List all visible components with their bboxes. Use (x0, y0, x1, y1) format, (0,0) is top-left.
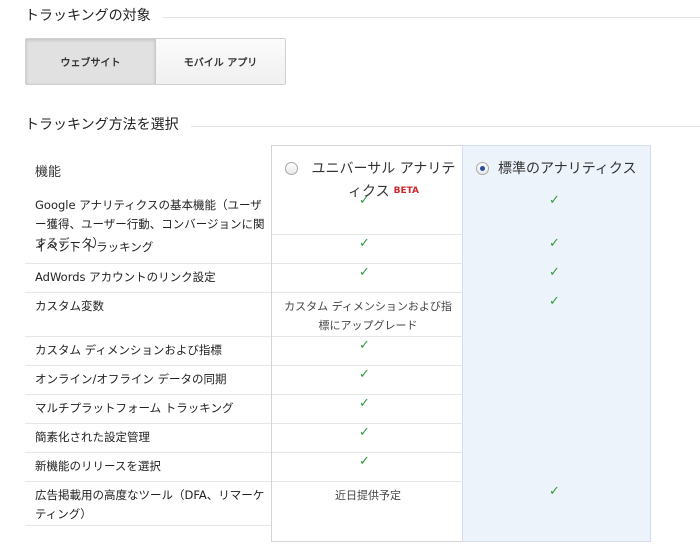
check-icon: ✓ (549, 236, 560, 251)
coming-soon-note: 近日提供予定 (335, 489, 401, 502)
radio-universal-analytics[interactable] (285, 162, 298, 175)
section-title-tracking-target: トラッキングの対象 (25, 5, 163, 25)
check-icon: ✓ (549, 484, 560, 499)
feature-event-tracking: イベント トラッキング (35, 240, 154, 254)
check-icon: ✓ (549, 265, 560, 280)
row-divider (272, 423, 462, 424)
option-standard-analytics[interactable]: 標準のアナリティクス (476, 158, 636, 180)
check-icon: ✓ (359, 236, 370, 251)
check-icon: ✓ (359, 338, 370, 353)
radio-standard-analytics[interactable] (476, 162, 489, 175)
feature-custom-variables: カスタム変数 (35, 299, 104, 313)
feature-multiplatform: マルチプラットフォーム トラッキング (35, 401, 234, 415)
row-divider (272, 394, 462, 395)
feature-data-sync: オンライン/オフライン データの同期 (35, 372, 227, 386)
check-icon: ✓ (359, 367, 370, 382)
check-icon: ✓ (359, 396, 370, 411)
check-icon: ✓ (549, 294, 560, 309)
check-icon: ✓ (359, 454, 370, 469)
check-icon: ✓ (359, 193, 370, 208)
row-divider (272, 292, 462, 293)
option-universal-label: ユニバーサル アナリティクス (311, 161, 456, 200)
row-divider (25, 452, 271, 453)
upgrade-note: カスタム ディメンションおよび指標にアップグレード (284, 300, 452, 332)
row-divider (272, 452, 462, 453)
row-divider (25, 263, 271, 264)
row-divider (272, 263, 462, 264)
tab-website[interactable]: ウェブサイト (26, 39, 156, 84)
feature-new-releases: 新機能のリリースを選択 (35, 459, 161, 473)
tab-mobile-app[interactable]: モバイル アプリ (156, 39, 285, 84)
section-title-tracking-method: トラッキング方法を選択 (25, 114, 191, 134)
check-icon: ✓ (549, 193, 560, 208)
row-divider (25, 336, 271, 337)
row-divider (25, 423, 271, 424)
row-divider (25, 525, 271, 526)
row-divider (25, 481, 271, 482)
feature-custom-dimensions: カスタム ディメンションおよび指標 (35, 343, 222, 357)
row-divider (272, 234, 462, 235)
feature-simplified-settings: 簡素化された設定管理 (35, 430, 150, 444)
tracking-target-toggle: ウェブサイト モバイル アプリ (25, 38, 286, 85)
option-universal-analytics[interactable]: ユニバーサル アナリティクス BETA (285, 158, 460, 203)
option-standard-label: 標準のアナリティクス (498, 161, 637, 177)
feature-adwords-link: AdWords アカウントのリンク設定 (35, 270, 216, 284)
row-divider (272, 365, 462, 366)
check-icon: ✓ (359, 265, 370, 280)
feature-column-header: 機能 (35, 165, 62, 180)
row-divider (25, 365, 271, 366)
feature-advertising-tools: 広告掲載用の高度なツール（DFA、リマーケティング） (35, 488, 265, 521)
row-divider (25, 394, 271, 395)
row-divider (272, 481, 462, 482)
beta-badge: BETA (393, 186, 419, 196)
row-divider (272, 336, 462, 337)
check-icon: ✓ (359, 425, 370, 440)
row-divider (25, 292, 271, 293)
